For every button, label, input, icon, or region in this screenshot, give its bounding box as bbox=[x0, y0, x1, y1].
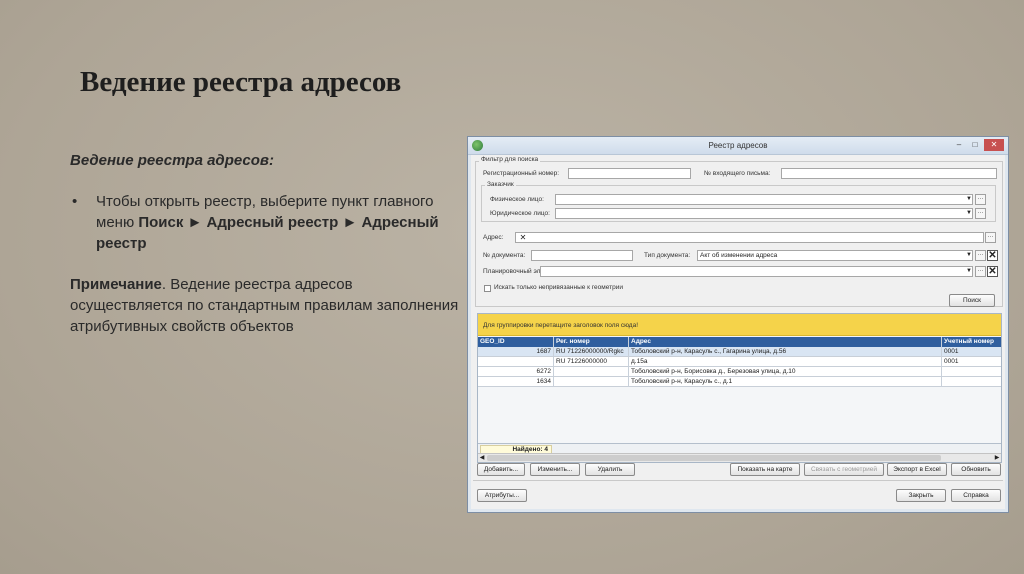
doc-type-clear-button[interactable]: ✕ bbox=[987, 250, 998, 261]
cell-geo-id bbox=[478, 357, 554, 367]
results-grid: Для группировки перетащите заголовок пол… bbox=[477, 313, 1002, 463]
legal-entity-label: Юридическое лицо: bbox=[490, 210, 550, 217]
add-button[interactable]: Добавить... bbox=[477, 463, 525, 476]
reg-number-input[interactable] bbox=[568, 168, 691, 179]
close-button[interactable]: Закрыть bbox=[896, 489, 946, 502]
separator bbox=[473, 480, 1003, 481]
slide-title: Ведение реестра адресов bbox=[80, 66, 402, 98]
slide-subheading: Ведение реестра адресов: bbox=[70, 152, 274, 169]
link-geometry-button: Связать с геометрией bbox=[804, 463, 884, 476]
reg-number-label: Регистрационный номер: bbox=[483, 170, 560, 177]
scroll-thumb[interactable] bbox=[487, 455, 941, 461]
individual-label: Физическое лицо: bbox=[490, 196, 544, 203]
planning-element-clear-button[interactable]: ✕ bbox=[987, 266, 998, 277]
customer-legend: Заказчик bbox=[485, 181, 516, 188]
incoming-letter-label: № входящего письма: bbox=[704, 170, 771, 177]
individual-browse-button[interactable]: ··· bbox=[975, 194, 986, 205]
unbound-only-label: Искать только непривязанные к геометрии bbox=[494, 284, 624, 291]
cell-reg-number: RU 71226000000 bbox=[554, 357, 629, 367]
cell-account-number: 0001 bbox=[942, 357, 1001, 367]
search-filter-legend: Фильтр для поиска bbox=[479, 156, 541, 163]
attributes-button[interactable]: Атрибуты... bbox=[477, 489, 527, 502]
planning-element-select[interactable] bbox=[540, 266, 973, 277]
address-input[interactable] bbox=[515, 232, 984, 243]
refresh-button[interactable]: Обновить bbox=[951, 463, 1001, 476]
chevron-down-icon[interactable]: ▼ bbox=[965, 194, 973, 205]
cell-account-number bbox=[942, 377, 1001, 387]
address-label: Адрес: bbox=[483, 234, 504, 241]
table-row[interactable]: 1687 RU 71226000000/Rgkc Тоболовский р-н… bbox=[478, 347, 1001, 357]
doc-type-browse-button[interactable]: ··· bbox=[975, 250, 986, 261]
note-label: Примечание bbox=[70, 276, 162, 293]
cell-address: Тоболовский р-н, Борисовка д., Березовая… bbox=[629, 367, 942, 377]
planning-element-browse-button[interactable]: ··· bbox=[975, 266, 986, 277]
incoming-letter-input[interactable] bbox=[781, 168, 997, 179]
window-title: Реестр адресов bbox=[708, 141, 768, 150]
instruction-bullet: • Чтобы открыть реестр, выберите пункт г… bbox=[70, 191, 460, 254]
slide-text: Ведение реестра адресов: • Чтобы открыть… bbox=[70, 150, 460, 337]
table-row[interactable]: RU 71226000000 д.15а 0001 bbox=[478, 357, 1001, 367]
scroll-right-icon[interactable]: ▶ bbox=[993, 454, 1001, 462]
cell-reg-number bbox=[554, 367, 629, 377]
delete-button[interactable]: Удалить bbox=[585, 463, 635, 476]
grid-header: GEO_ID Рег. номер Адрес Учетный номер bbox=[478, 337, 1001, 347]
help-button[interactable]: Справка bbox=[951, 489, 1001, 502]
chevron-down-icon[interactable]: ▼ bbox=[965, 266, 973, 277]
cell-account-number: 0001 bbox=[942, 347, 1001, 357]
search-button[interactable]: Поиск bbox=[949, 294, 995, 307]
close-window-button[interactable]: ✕ bbox=[984, 139, 1004, 151]
edit-button[interactable]: Изменить... bbox=[530, 463, 580, 476]
doc-type-select[interactable]: Акт об изменении адреса bbox=[697, 250, 973, 261]
address-registry-window: Реестр адресов – □ ✕ Фильтр для поиска Р… bbox=[467, 136, 1009, 513]
column-header-reg-number[interactable]: Рег. номер bbox=[554, 337, 629, 347]
cell-geo-id: 1634 bbox=[478, 377, 554, 387]
legal-entity-select[interactable] bbox=[555, 208, 973, 219]
doc-number-label: № документа: bbox=[483, 252, 526, 259]
cell-geo-id: 1687 bbox=[478, 347, 554, 357]
column-header-address[interactable]: Адрес bbox=[629, 337, 942, 347]
minimize-button[interactable]: – bbox=[952, 139, 966, 151]
title-bar[interactable]: Реестр адресов – □ ✕ bbox=[468, 137, 1008, 155]
chevron-down-icon[interactable]: ▼ bbox=[965, 250, 973, 261]
individual-select[interactable] bbox=[555, 194, 973, 205]
doc-type-label: Тип документа: bbox=[644, 252, 691, 259]
legal-entity-browse-button[interactable]: ··· bbox=[975, 208, 986, 219]
group-by-bar[interactable]: Для группировки перетащите заголовок пол… bbox=[478, 314, 1001, 336]
bullet-dot: • bbox=[72, 193, 78, 210]
cell-geo-id: 6272 bbox=[478, 367, 554, 377]
address-browse-button[interactable]: ··· bbox=[985, 232, 996, 243]
horizontal-scrollbar[interactable]: ◀ ▶ bbox=[478, 453, 1001, 462]
cell-reg-number: RU 71226000000/Rgkc bbox=[554, 347, 629, 357]
scroll-left-icon[interactable]: ◀ bbox=[478, 454, 486, 462]
table-row[interactable]: 1634 Тоболовский р-н, Карасуль с., д.1 bbox=[478, 377, 1001, 387]
cell-account-number bbox=[942, 367, 1001, 377]
export-excel-button[interactable]: Экспорт в Excel bbox=[887, 463, 947, 476]
cell-address: Тоболовский р-н, Карасуль с., Гагарина у… bbox=[629, 347, 942, 357]
cell-address: д.15а bbox=[629, 357, 942, 367]
doc-number-input[interactable] bbox=[531, 250, 633, 261]
note: Примечание. Ведение реестра адресов осущ… bbox=[70, 274, 460, 337]
unbound-only-checkbox[interactable] bbox=[484, 285, 491, 292]
cell-reg-number bbox=[554, 377, 629, 387]
show-on-map-button[interactable]: Показать на карте bbox=[730, 463, 800, 476]
cell-address: Тоболовский р-н, Карасуль с., д.1 bbox=[629, 377, 942, 387]
menu-path: Поиск ► Адресный реестр ► Адресный реест… bbox=[96, 214, 439, 252]
chevron-down-icon[interactable]: ▼ bbox=[965, 208, 973, 219]
maximize-button[interactable]: □ bbox=[968, 139, 982, 151]
column-header-geo-id[interactable]: GEO_ID bbox=[478, 337, 554, 347]
clear-icon[interactable]: ✕ bbox=[519, 232, 527, 243]
table-row[interactable]: 6272 Тоболовский р-н, Борисовка д., Бере… bbox=[478, 367, 1001, 377]
column-header-account-number[interactable]: Учетный номер bbox=[942, 337, 1001, 347]
